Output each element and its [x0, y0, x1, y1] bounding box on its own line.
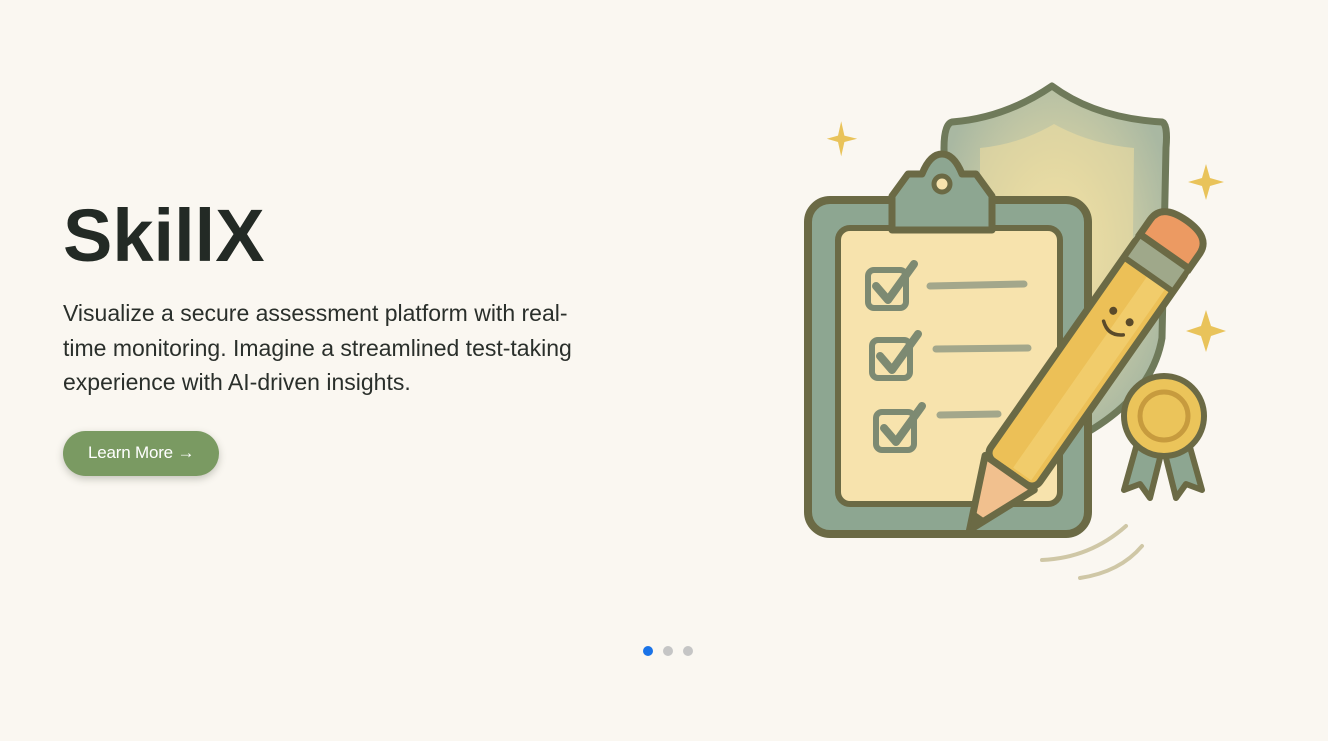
learn-more-button[interactable]: Learn More → [63, 430, 220, 476]
carousel-dot-1[interactable] [643, 646, 653, 656]
carousel-dot-3[interactable] [683, 646, 693, 656]
hero-description: Visualize a secure assessment platform w… [63, 300, 572, 395]
carousel-indicators [643, 646, 693, 656]
carousel-dot-2[interactable] [663, 646, 673, 656]
hero-title: SkillX [63, 194, 265, 277]
hero-section: SkillX Visualize a secure assessment pla… [0, 0, 1328, 741]
hero-text: SkillX Visualize a secure assessment pla… [63, 190, 603, 476]
award-ribbon-icon [1121, 373, 1207, 501]
assessment-illustration [804, 82, 1226, 580]
